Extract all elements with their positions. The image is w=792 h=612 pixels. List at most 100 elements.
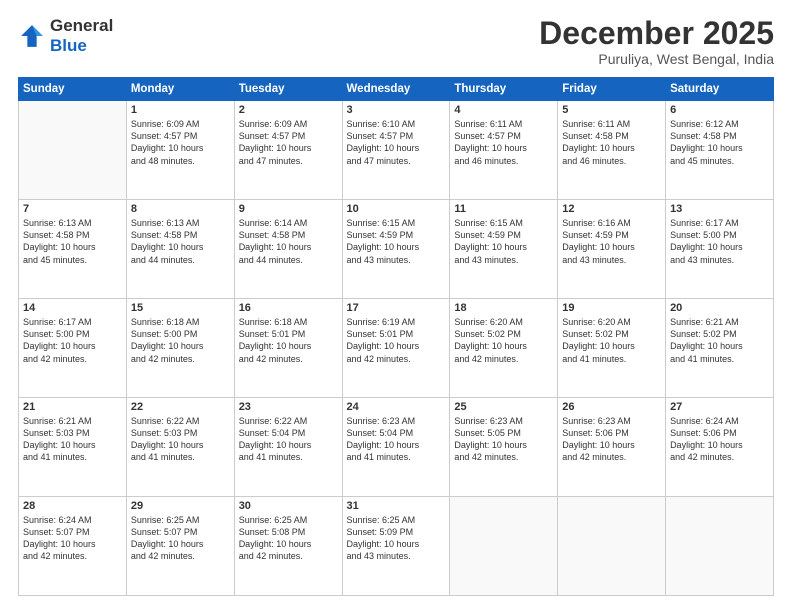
daylight-text: Daylight: 10 hours [347,142,446,154]
daylight-text2: and 43 minutes. [670,254,769,266]
daylight-text: Daylight: 10 hours [562,340,661,352]
calendar-cell: 30Sunrise: 6:25 AMSunset: 5:08 PMDayligh… [234,497,342,596]
header-tuesday: Tuesday [234,78,342,101]
logo-text: General Blue [50,16,113,57]
calendar-cell: 21Sunrise: 6:21 AMSunset: 5:03 PMDayligh… [19,398,127,497]
sunset-text: Sunset: 4:59 PM [347,229,446,241]
sunrise-text: Sunrise: 6:21 AM [670,316,769,328]
daylight-text2: and 48 minutes. [131,155,230,167]
day-number: 20 [670,302,769,314]
daylight-text2: and 43 minutes. [347,254,446,266]
day-number: 10 [347,203,446,215]
daylight-text: Daylight: 10 hours [239,241,338,253]
sunset-text: Sunset: 5:05 PM [454,427,553,439]
calendar-cell: 12Sunrise: 6:16 AMSunset: 4:59 PMDayligh… [558,200,666,299]
day-number: 12 [562,203,661,215]
calendar-cell: 14Sunrise: 6:17 AMSunset: 5:00 PMDayligh… [19,299,127,398]
daylight-text2: and 45 minutes. [670,155,769,167]
daylight-text: Daylight: 10 hours [454,142,553,154]
daylight-text: Daylight: 10 hours [239,142,338,154]
sunrise-text: Sunrise: 6:11 AM [454,118,553,130]
sunset-text: Sunset: 4:57 PM [131,130,230,142]
calendar-cell: 13Sunrise: 6:17 AMSunset: 5:00 PMDayligh… [666,200,774,299]
daylight-text: Daylight: 10 hours [454,439,553,451]
daylight-text: Daylight: 10 hours [454,241,553,253]
sunset-text: Sunset: 5:03 PM [131,427,230,439]
daylight-text2: and 41 minutes. [347,451,446,463]
daylight-text: Daylight: 10 hours [239,538,338,550]
daylight-text: Daylight: 10 hours [347,439,446,451]
sunrise-text: Sunrise: 6:23 AM [347,415,446,427]
day-number: 29 [131,500,230,512]
day-number: 14 [23,302,122,314]
daylight-text: Daylight: 10 hours [454,340,553,352]
calendar-cell: 19Sunrise: 6:20 AMSunset: 5:02 PMDayligh… [558,299,666,398]
sunset-text: Sunset: 5:06 PM [670,427,769,439]
calendar-cell: 6Sunrise: 6:12 AMSunset: 4:58 PMDaylight… [666,101,774,200]
calendar-cell: 10Sunrise: 6:15 AMSunset: 4:59 PMDayligh… [342,200,450,299]
calendar-cell: 24Sunrise: 6:23 AMSunset: 5:04 PMDayligh… [342,398,450,497]
sunset-text: Sunset: 5:04 PM [347,427,446,439]
logo: General Blue [18,16,113,57]
sunrise-text: Sunrise: 6:25 AM [131,514,230,526]
sunrise-text: Sunrise: 6:10 AM [347,118,446,130]
day-number: 22 [131,401,230,413]
sunrise-text: Sunrise: 6:23 AM [454,415,553,427]
header-thursday: Thursday [450,78,558,101]
daylight-text: Daylight: 10 hours [131,439,230,451]
sunrise-text: Sunrise: 6:16 AM [562,217,661,229]
calendar-cell: 16Sunrise: 6:18 AMSunset: 5:01 PMDayligh… [234,299,342,398]
day-number: 5 [562,104,661,116]
sunrise-text: Sunrise: 6:23 AM [562,415,661,427]
header-wednesday: Wednesday [342,78,450,101]
sunset-text: Sunset: 5:02 PM [454,328,553,340]
daylight-text2: and 42 minutes. [239,550,338,562]
daylight-text2: and 42 minutes. [670,451,769,463]
sunrise-text: Sunrise: 6:21 AM [23,415,122,427]
sunset-text: Sunset: 4:58 PM [131,229,230,241]
sunset-text: Sunset: 5:01 PM [347,328,446,340]
calendar-cell [450,497,558,596]
month-title: December 2025 [539,16,774,51]
daylight-text2: and 42 minutes. [23,550,122,562]
daylight-text: Daylight: 10 hours [347,538,446,550]
sunset-text: Sunset: 5:00 PM [131,328,230,340]
day-number: 9 [239,203,338,215]
daylight-text2: and 46 minutes. [454,155,553,167]
day-number: 25 [454,401,553,413]
sunset-text: Sunset: 4:58 PM [562,130,661,142]
header-monday: Monday [126,78,234,101]
sunrise-text: Sunrise: 6:13 AM [23,217,122,229]
header-friday: Friday [558,78,666,101]
day-number: 2 [239,104,338,116]
calendar-cell: 27Sunrise: 6:24 AMSunset: 5:06 PMDayligh… [666,398,774,497]
sunrise-text: Sunrise: 6:12 AM [670,118,769,130]
daylight-text: Daylight: 10 hours [670,241,769,253]
sunrise-text: Sunrise: 6:18 AM [239,316,338,328]
daylight-text2: and 42 minutes. [454,353,553,365]
calendar-cell: 22Sunrise: 6:22 AMSunset: 5:03 PMDayligh… [126,398,234,497]
day-number: 13 [670,203,769,215]
sunrise-text: Sunrise: 6:11 AM [562,118,661,130]
daylight-text2: and 41 minutes. [239,451,338,463]
daylight-text: Daylight: 10 hours [131,340,230,352]
header-saturday: Saturday [666,78,774,101]
sunrise-text: Sunrise: 6:22 AM [239,415,338,427]
daylight-text2: and 47 minutes. [239,155,338,167]
day-number: 28 [23,500,122,512]
daylight-text2: and 43 minutes. [562,254,661,266]
day-number: 19 [562,302,661,314]
sunrise-text: Sunrise: 6:20 AM [562,316,661,328]
title-block: December 2025 Puruliya, West Bengal, Ind… [539,16,774,67]
calendar-cell: 5Sunrise: 6:11 AMSunset: 4:58 PMDaylight… [558,101,666,200]
daylight-text2: and 46 minutes. [562,155,661,167]
day-number: 15 [131,302,230,314]
calendar-cell: 4Sunrise: 6:11 AMSunset: 4:57 PMDaylight… [450,101,558,200]
daylight-text2: and 42 minutes. [131,353,230,365]
day-number: 3 [347,104,446,116]
day-number: 11 [454,203,553,215]
day-number: 17 [347,302,446,314]
daylight-text: Daylight: 10 hours [670,340,769,352]
calendar-cell: 23Sunrise: 6:22 AMSunset: 5:04 PMDayligh… [234,398,342,497]
calendar-cell [19,101,127,200]
